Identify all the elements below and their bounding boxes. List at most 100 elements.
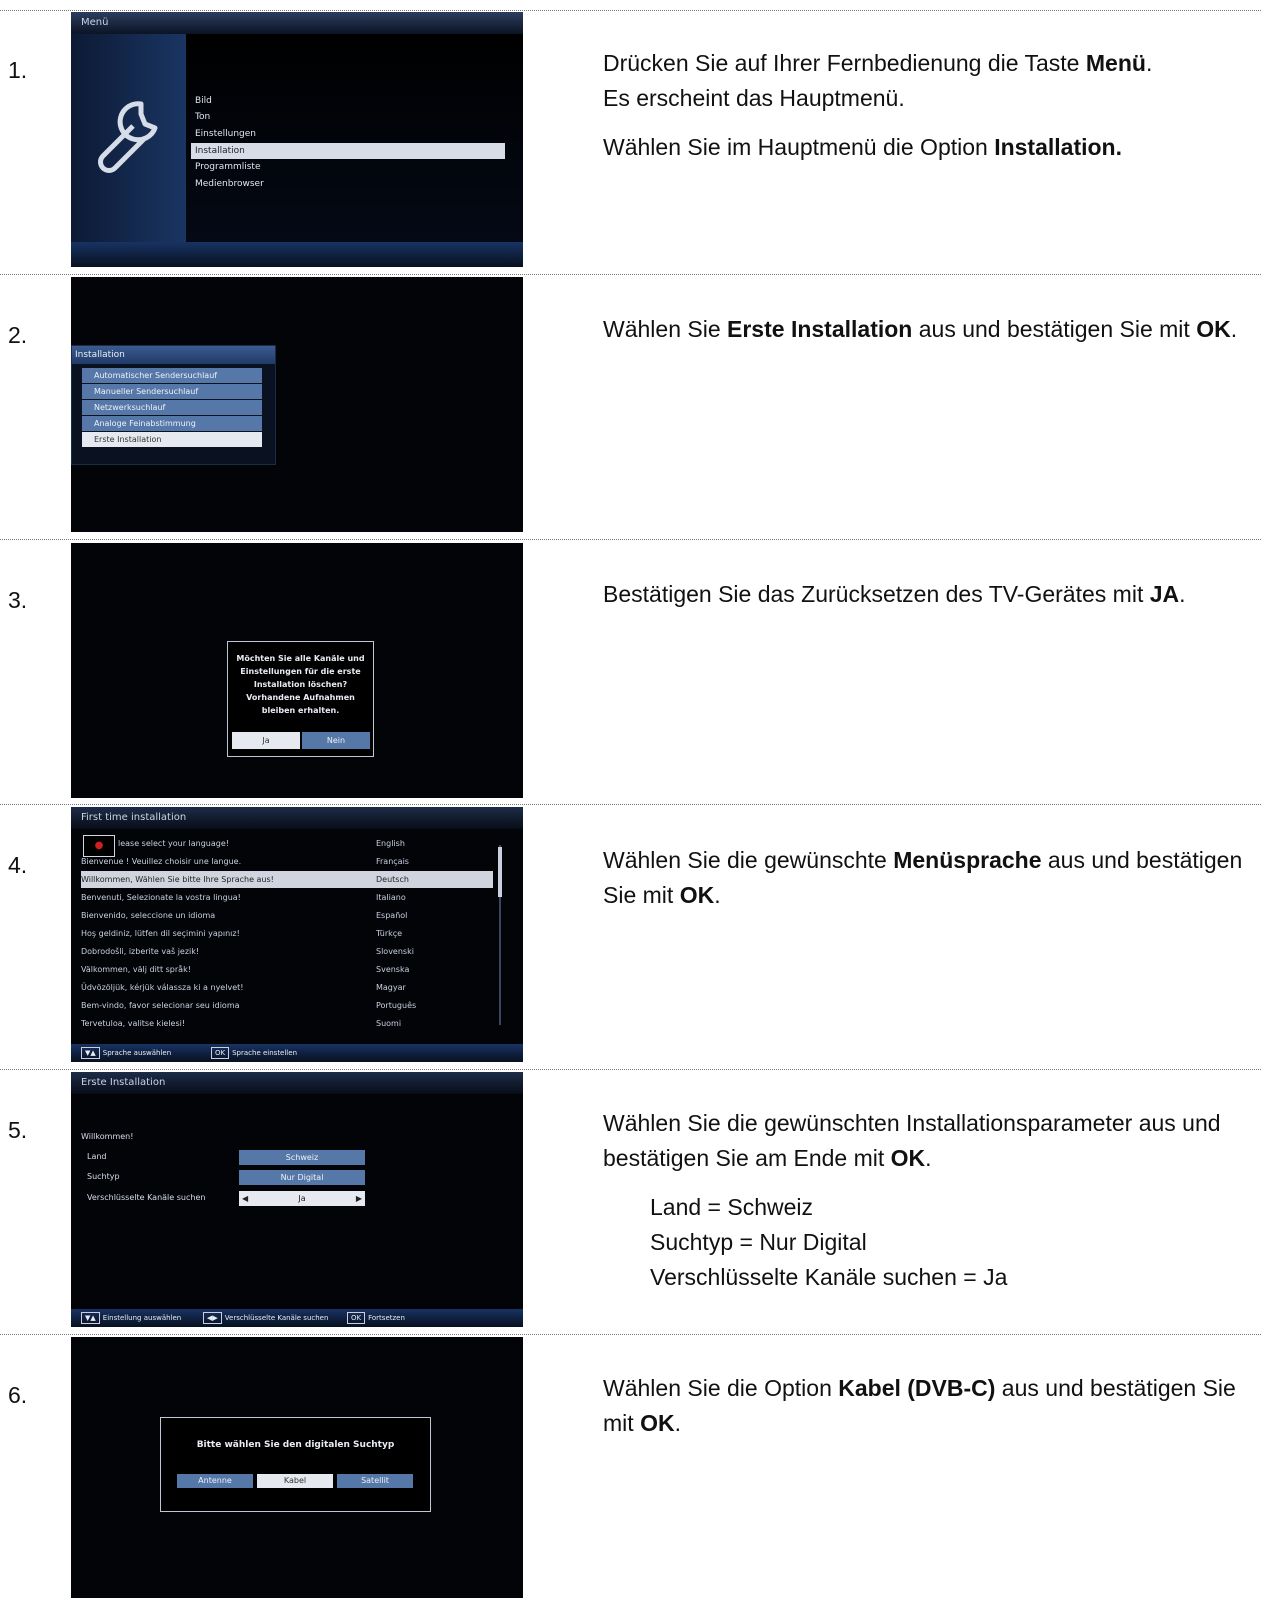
hint-text: Sprache auswählen bbox=[102, 1049, 172, 1057]
country-label: Land bbox=[87, 1152, 107, 1161]
arrow-left-icon[interactable]: ◀ bbox=[242, 1191, 248, 1206]
screen-title: First time installation bbox=[71, 807, 523, 829]
arrow-keys-icon: ▼▲ bbox=[81, 1312, 100, 1324]
footer-hint: ▼▲ Einstellung auswählen bbox=[81, 1309, 181, 1327]
screen-footer bbox=[71, 242, 523, 267]
language-row[interactable]: Bem-vindo, favor selecionar seu idioma Po… bbox=[81, 997, 493, 1014]
language-row[interactable]: Dobrodošli, izberite vaš jezik! Slovenski bbox=[81, 943, 493, 960]
search-type-dialog: Bitte wählen Sie den digitalen Suchtyp A… bbox=[160, 1417, 431, 1512]
left-right-keys-icon: ◀▶ bbox=[203, 1312, 222, 1324]
step-2-description: Wählen Sie Erste Installation aus und be… bbox=[603, 312, 1253, 361]
encrypted-label: Verschlüsselte Kanäle suchen bbox=[87, 1193, 206, 1202]
installation-panel: Installation Automatischer Sendersuchlau… bbox=[71, 345, 276, 465]
bold-text: Installation. bbox=[994, 134, 1122, 160]
tv-screenshot-search-type: Bitte wählen Sie den digitalen Suchtyp A… bbox=[71, 1337, 523, 1598]
parameter-line: Suchtyp = Nur Digital bbox=[650, 1229, 867, 1255]
no-button[interactable]: Nein bbox=[302, 732, 370, 749]
language-row[interactable]: Välkommen, välj ditt språk! Svenska bbox=[81, 961, 493, 978]
menu-item[interactable]: Automatischer Sendersuchlauf bbox=[82, 368, 262, 383]
search-type-select[interactable]: Nur Digital bbox=[239, 1170, 365, 1185]
language-row[interactable]: lease select your language! English bbox=[81, 835, 493, 852]
menu-item[interactable]: Einstellungen bbox=[191, 126, 505, 142]
greeting: Välkommen, välj ditt språk! bbox=[81, 965, 191, 974]
hint-text: Einstellung auswählen bbox=[102, 1314, 182, 1322]
language: Svenska bbox=[376, 965, 410, 974]
encrypted-select[interactable]: ◀ Ja ▶ bbox=[239, 1191, 365, 1206]
text: Drücken Sie auf Ihrer Fernbedienung die … bbox=[603, 50, 1086, 76]
bold-text: JA bbox=[1149, 581, 1180, 607]
footer-hint: OK Fortsetzen bbox=[347, 1309, 405, 1327]
step-number: 3. bbox=[8, 587, 28, 613]
language: Français bbox=[376, 857, 409, 866]
dialog-message: Bitte wählen Sie den digitalen Suchtyp bbox=[196, 1440, 395, 1450]
country-select[interactable]: Schweiz bbox=[239, 1150, 365, 1165]
step-3-description: Bestätigen Sie das Zurücksetzen des TV-G… bbox=[603, 577, 1253, 626]
language-row[interactable]: Bienvenue ! Veuillez choisir une langue.… bbox=[81, 853, 493, 870]
divider bbox=[0, 1069, 1261, 1070]
language-row-selected[interactable]: Willkommen, Wählen Sie bitte Ihre Sprach… bbox=[81, 871, 493, 888]
antenna-button[interactable]: Antenne bbox=[177, 1474, 253, 1488]
hint-text: Fortsetzen bbox=[368, 1314, 405, 1322]
greeting: lease select your language! bbox=[118, 839, 229, 848]
hint-text: Verschlüsselte Kanäle suchen bbox=[224, 1314, 329, 1322]
ok-key-icon: OK bbox=[211, 1047, 230, 1059]
divider bbox=[0, 10, 1261, 11]
menu-item[interactable]: Manueller Sendersuchlauf bbox=[82, 384, 262, 399]
footer-hint: ◀▶ Verschlüsselte Kanäle suchen bbox=[203, 1309, 328, 1327]
cable-button[interactable]: Kabel bbox=[257, 1474, 333, 1488]
parameter-list: Land = Schweiz Suchtyp = Nur Digital Ver… bbox=[650, 1190, 1253, 1295]
tv-screenshot-reset-dialog: Möchten Sie alle Kanäle und Einstellunge… bbox=[71, 543, 523, 798]
language: Português bbox=[376, 1001, 417, 1010]
menu-item[interactable]: Medienbrowser bbox=[191, 176, 505, 192]
language-row[interactable]: Hoş geldiniz, lütfen dil seçimini yapını… bbox=[81, 925, 493, 942]
divider bbox=[0, 539, 1261, 540]
step-number: 2. bbox=[8, 322, 28, 348]
yes-button[interactable]: Ja bbox=[232, 732, 300, 749]
dialog-message: Möchten Sie alle Kanäle und Einstellunge… bbox=[236, 654, 365, 715]
text: . bbox=[1230, 316, 1238, 342]
text: . bbox=[674, 1410, 681, 1436]
menu-item-selected[interactable]: Installation bbox=[191, 143, 505, 159]
language: English bbox=[376, 839, 405, 848]
menu-item-selected[interactable]: Erste Installation bbox=[82, 432, 262, 447]
tv-screenshot-main-menu: Menü Bild Ton Einstellungen Installation… bbox=[71, 12, 523, 267]
language-row[interactable]: Benvenuti, Selezionate la vostra lingua!… bbox=[81, 889, 493, 906]
menu-item[interactable]: Analoge Feinabstimmung bbox=[82, 416, 262, 431]
greeting: Willkommen, Wählen Sie bitte Ihre Sprach… bbox=[81, 875, 274, 884]
menu-item[interactable]: Bild bbox=[191, 93, 505, 109]
greeting: Bienvenue ! Veuillez choisir une langue. bbox=[81, 857, 242, 866]
parameter-line: Verschlüsselte Kanäle suchen = Ja bbox=[650, 1264, 1008, 1290]
bold-text: Erste Installation bbox=[727, 316, 913, 342]
bold-text: Menüsprache bbox=[893, 847, 1042, 873]
language: Español bbox=[376, 911, 408, 920]
text: . bbox=[714, 882, 721, 908]
language-row[interactable]: Tervetuloa, valitse kielesi! Suomi bbox=[81, 1015, 493, 1032]
greeting: Bem-vindo, favor selecionar seu idioma bbox=[81, 1001, 240, 1010]
greeting: Bienvenido, seleccione un idioma bbox=[81, 911, 216, 920]
divider bbox=[0, 1334, 1261, 1335]
arrow-right-icon[interactable]: ▶ bbox=[356, 1191, 362, 1206]
bold-text: OK bbox=[640, 1410, 675, 1436]
arrow-keys-icon: ▼▲ bbox=[81, 1047, 100, 1059]
step-5-description: Wählen Sie die gewünschten Installations… bbox=[603, 1106, 1253, 1295]
satellite-button[interactable]: Satellit bbox=[337, 1474, 413, 1488]
greeting: Tervetuloa, valitse kielesi! bbox=[81, 1019, 186, 1028]
greeting: Hoş geldiniz, lütfen dil seçimini yapını… bbox=[81, 929, 240, 938]
language-row[interactable]: Bienvenido, seleccione un idioma Español bbox=[81, 907, 493, 924]
footer-hint: OK Sprache einstellen bbox=[211, 1044, 297, 1062]
menu-item[interactable]: Programmliste bbox=[191, 159, 505, 175]
text: Bestätigen Sie das Zurücksetzen des TV-G… bbox=[603, 581, 1150, 607]
scrollbar-thumb[interactable] bbox=[498, 847, 502, 897]
language-row[interactable]: Üdvözöljük, kérjük válassza ki a nyelvet… bbox=[81, 979, 493, 996]
menu-item[interactable]: Netzwerksuchlauf bbox=[82, 400, 262, 415]
text: aus und bestätigen Sie mit bbox=[912, 316, 1197, 342]
greeting: Dobrodošli, izberite vaš jezik! bbox=[81, 947, 200, 956]
bold-text: OK bbox=[1196, 316, 1231, 342]
language: Suomi bbox=[376, 1019, 402, 1028]
language: Slovenski bbox=[376, 947, 414, 956]
step-1-description: Drücken Sie auf Ihrer Fernbedienung die … bbox=[603, 46, 1253, 179]
menu-item[interactable]: Ton bbox=[191, 109, 505, 125]
text: . bbox=[925, 1145, 932, 1171]
text: Wählen Sie bbox=[603, 316, 728, 342]
parameter-line: Land = Schweiz bbox=[650, 1194, 814, 1220]
